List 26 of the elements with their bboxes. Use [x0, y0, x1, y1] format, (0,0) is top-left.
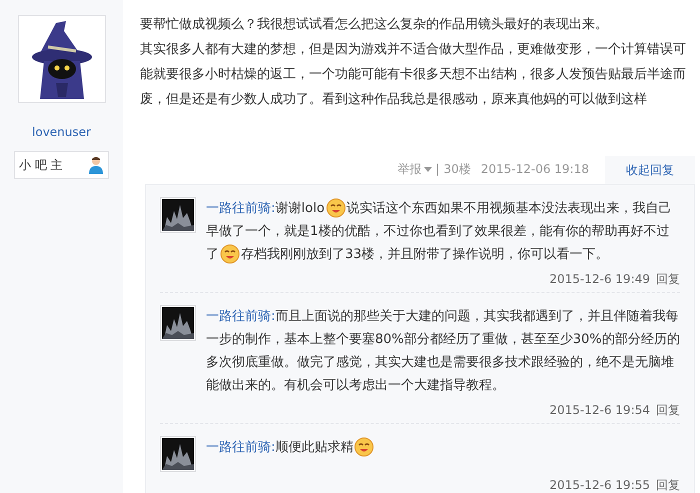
reply-username-link[interactable]: 一路往前骑:: [206, 309, 276, 324]
username-link[interactable]: lovenuser: [32, 123, 91, 141]
emoticon-icon: [220, 244, 240, 264]
reply-username-link[interactable]: 一路往前骑:: [206, 201, 276, 216]
reply-text: 一路往前骑:谢谢lolo 说实话这个东西如果不用视频基本没法表现出来，我自己早做了一个，就是1楼的优酷，不过你也看到了效果很差，能有你的帮助再好不过了 存档我刚刚放到了33楼，并且附带了操作说明，你可以看一下。: [206, 197, 680, 266]
reply-link[interactable]: 回复: [656, 401, 680, 419]
reply-link[interactable]: 回复: [656, 270, 680, 288]
reply-username-link[interactable]: 一路往前骑:: [206, 440, 276, 455]
reply-time: 2015-12-6 19:55: [550, 477, 650, 493]
reply-time: 2015-12-6 19:54: [550, 402, 650, 419]
emoticon-icon: [326, 198, 346, 218]
separator: |: [436, 161, 440, 178]
post-time: 2015-12-06 19:18: [480, 161, 589, 178]
emoticon-icon: [354, 437, 374, 458]
reply-text: 一路往前骑:而且上面说的那些关于大建的问题，其实我都遇到了，并且伴随着我每一步的制作，基本上整个要塞80%部分都经历了重做，甚至至少30%的部分经历的多次彻底重做。做完了感觉，其实大建也是需要很多技术跟经验的，绝不是无脑堆能做出来的。有机会可以考虑出一个大建指导教程。: [206, 308, 680, 395]
reply-text: 一路往前骑:顺便此贴求精: [206, 436, 376, 472]
person-icon: [88, 156, 104, 174]
post-paragraph: 其实很多人都有大建的梦想，但是因为游戏并不适合做大型作品，更难做变形，一个计算错误可能就要很多小时枯燥的返工，一个功能可能有卡很多天想不出结构，很多人发预告贴最后半途而废，但是还是有少数人成功了。看到这种作品我总是很感动，原来真他妈的可以做到这样: [140, 41, 687, 109]
reply-time: 2015-12-6 19:49: [550, 271, 650, 288]
floor-number: 30楼: [444, 161, 471, 178]
caret-icon: [424, 166, 432, 172]
post-paragraph: 要帮忙做成视频么？我很想试试看怎么把这么复杂的作品用镜头最好的表现出来。: [140, 16, 609, 34]
report-link[interactable]: 举报: [398, 160, 432, 178]
collapse-replies-tab[interactable]: 收起回复: [605, 156, 695, 184]
badge-label: 小 吧 主: [19, 157, 63, 174]
reply-link[interactable]: 回复: [656, 476, 680, 493]
